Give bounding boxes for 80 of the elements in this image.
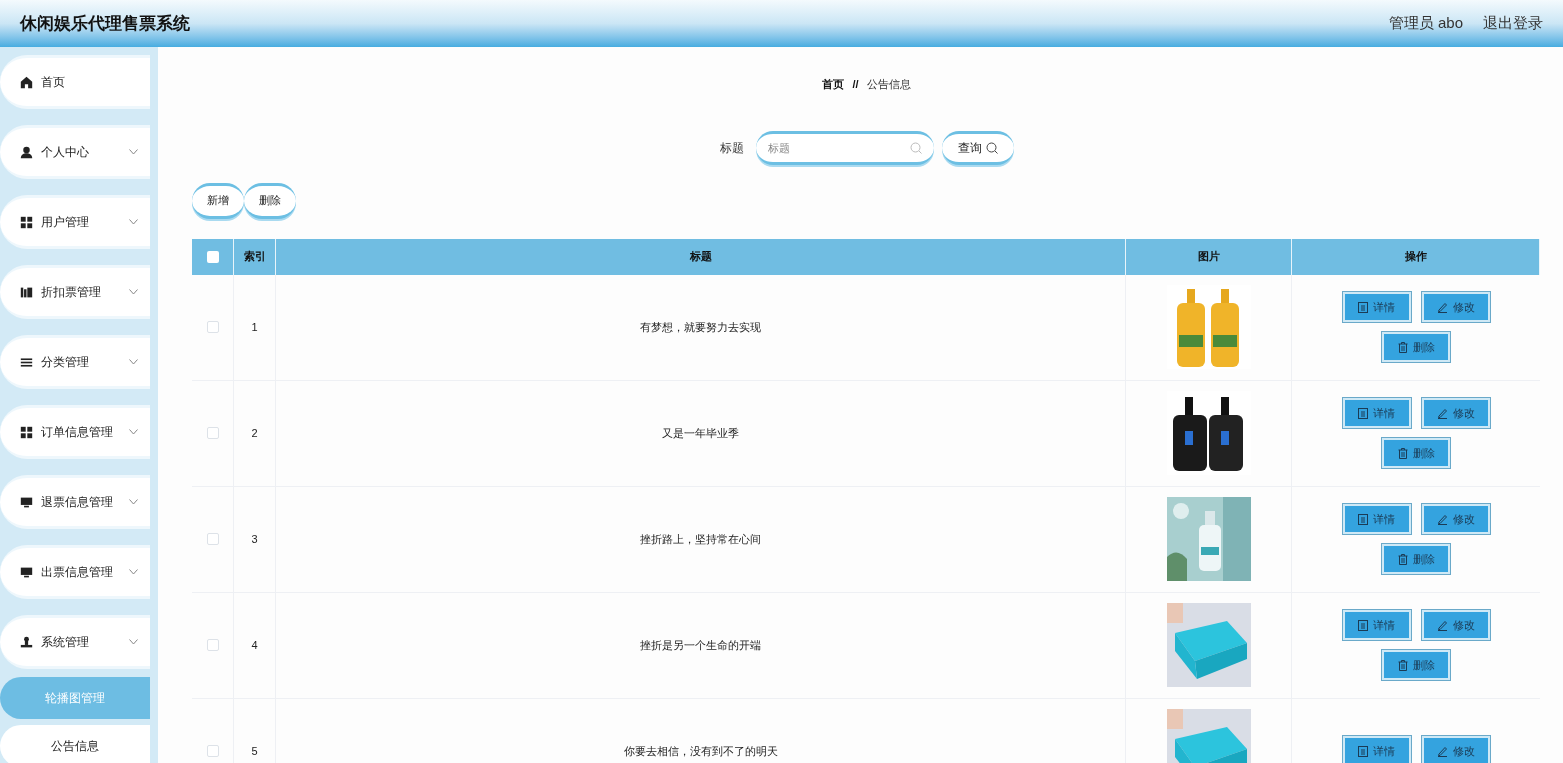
column-header: 图片 bbox=[1197, 249, 1220, 265]
query-button[interactable]: 查询 bbox=[941, 130, 1014, 165]
search-field[interactable]: 标题 bbox=[755, 130, 934, 165]
search-label: 标题 bbox=[719, 139, 744, 157]
table-cell-text: 有梦想，就要努力去实现 bbox=[640, 319, 761, 335]
monitor-icon bbox=[20, 495, 33, 509]
submenu-item[interactable]: 公告信息 bbox=[0, 725, 150, 763]
document-icon bbox=[1358, 407, 1368, 419]
table-cell-text: 4 bbox=[251, 637, 258, 653]
sidebar-item[interactable]: 首页 bbox=[0, 55, 150, 109]
user-icon bbox=[20, 145, 33, 159]
delete-button[interactable]: 删除 bbox=[1382, 438, 1450, 468]
row-checkbox[interactable] bbox=[206, 639, 219, 651]
sidebar-item[interactable]: 个人中心 bbox=[0, 125, 150, 179]
row-checkbox[interactable] bbox=[206, 427, 219, 439]
sidebar-item[interactable]: 订单信息管理 bbox=[0, 405, 150, 459]
sidebar-item[interactable]: 系统管理 bbox=[0, 615, 150, 669]
pencil-icon bbox=[1436, 619, 1448, 631]
detail-button[interactable]: 详情 bbox=[1342, 398, 1411, 428]
edit-button[interactable]: 修改 bbox=[1421, 398, 1490, 428]
grid-icon bbox=[20, 215, 33, 229]
list-icon bbox=[20, 355, 33, 369]
document-icon bbox=[1358, 301, 1368, 313]
table-cell-text: 5 bbox=[251, 743, 258, 759]
edit-button[interactable]: 修改 bbox=[1421, 504, 1490, 534]
table-cell-text: 2 bbox=[251, 425, 258, 441]
trash-icon bbox=[1397, 447, 1408, 459]
sidebar-item[interactable]: 用户管理 bbox=[0, 195, 150, 249]
table-cell-text: 又是一年毕业季 bbox=[662, 425, 739, 441]
edit-button[interactable]: 修改 bbox=[1421, 736, 1490, 763]
trash-icon bbox=[1397, 659, 1408, 671]
table-cell-text: 你要去相信，没有到不了的明天 bbox=[623, 743, 778, 759]
detail-button[interactable]: 详情 bbox=[1342, 610, 1411, 640]
books-icon bbox=[20, 285, 33, 299]
breadcrumb-separator: // bbox=[852, 77, 859, 92]
pencil-icon bbox=[1436, 745, 1448, 757]
detail-button[interactable]: 详情 bbox=[1342, 504, 1411, 534]
row-checkbox[interactable] bbox=[206, 745, 219, 757]
add-button[interactable]: 新增 bbox=[192, 182, 244, 219]
table-cell-text: 3 bbox=[251, 531, 258, 547]
column-header: 操作 bbox=[1404, 249, 1427, 265]
pencil-icon bbox=[1436, 407, 1448, 419]
column-header: 索引 bbox=[243, 249, 266, 265]
breadcrumb-item[interactable]: 首页 bbox=[822, 76, 845, 93]
select-all-checkbox[interactable] bbox=[206, 250, 219, 263]
sidebar-item[interactable]: 分类管理 bbox=[0, 335, 150, 389]
breadcrumb-item: 公告信息 bbox=[866, 77, 911, 92]
delete-button[interactable]: 删除 bbox=[244, 182, 296, 219]
monitor-icon bbox=[20, 565, 33, 579]
search-icon bbox=[909, 141, 922, 154]
app-title: 休闲娱乐代理售票系统 bbox=[20, 12, 190, 35]
sidebar-item[interactable]: 退票信息管理 bbox=[0, 475, 150, 529]
edit-button[interactable]: 修改 bbox=[1421, 610, 1490, 640]
edit-button[interactable]: 修改 bbox=[1421, 292, 1490, 322]
home-icon bbox=[20, 75, 33, 89]
trash-icon bbox=[1397, 341, 1408, 353]
delete-button[interactable]: 删除 bbox=[1382, 332, 1450, 362]
sidebar-item[interactable]: 出票信息管理 bbox=[0, 545, 150, 599]
row-checkbox[interactable] bbox=[206, 533, 219, 545]
logout-link[interactable]: 退出登录 bbox=[1483, 12, 1543, 35]
pencil-icon bbox=[1436, 301, 1448, 313]
delete-button[interactable]: 删除 bbox=[1382, 544, 1450, 574]
stamp-icon bbox=[20, 635, 33, 649]
document-icon bbox=[1358, 619, 1368, 631]
document-icon bbox=[1358, 513, 1368, 525]
table-cell-text: 挫折是另一个生命的开端 bbox=[640, 637, 761, 653]
trash-icon bbox=[1397, 553, 1408, 565]
column-header: 标题 bbox=[689, 249, 712, 265]
user-name: 管理员 abo bbox=[1388, 13, 1463, 34]
table-cell-text: 1 bbox=[251, 319, 258, 335]
pencil-icon bbox=[1436, 513, 1448, 525]
document-icon bbox=[1358, 745, 1368, 757]
search-icon bbox=[985, 141, 998, 154]
detail-button[interactable]: 详情 bbox=[1342, 292, 1411, 322]
delete-button[interactable]: 删除 bbox=[1382, 650, 1450, 680]
row-checkbox[interactable] bbox=[206, 321, 219, 333]
sidebar-item[interactable]: 折扣票管理 bbox=[0, 265, 150, 319]
table-cell-text: 挫折路上，坚持常在心间 bbox=[640, 531, 761, 547]
grid-icon bbox=[20, 425, 33, 439]
detail-button[interactable]: 详情 bbox=[1342, 736, 1411, 763]
